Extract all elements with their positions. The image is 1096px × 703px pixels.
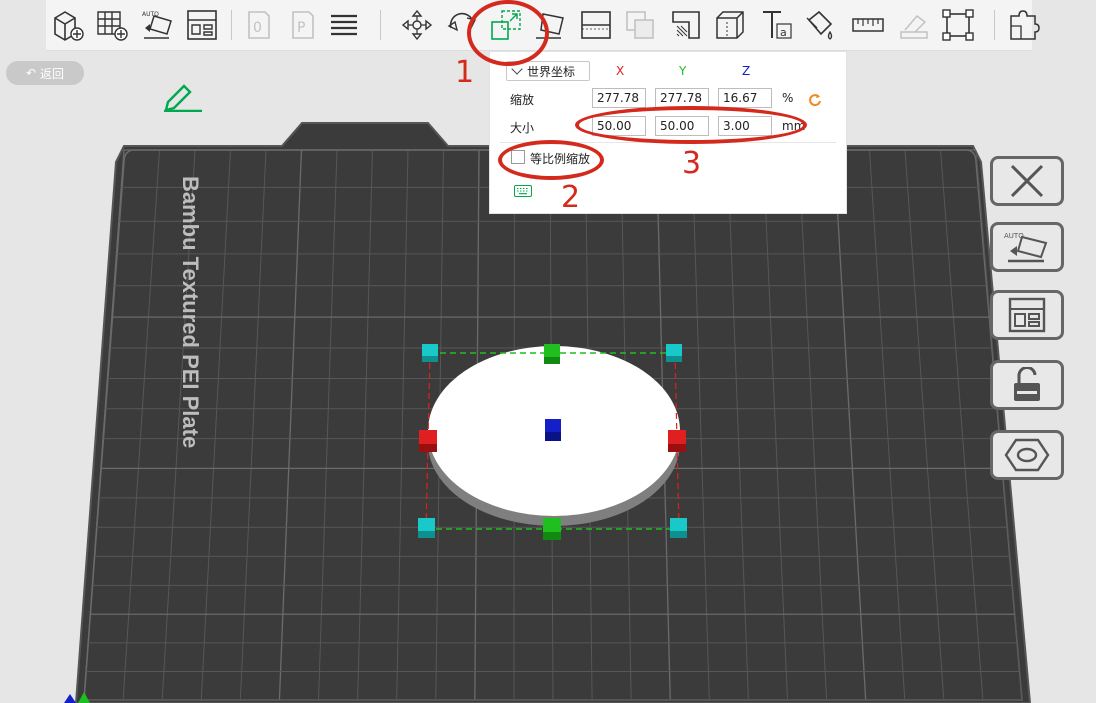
color-paint-button[interactable] — [802, 7, 838, 43]
arrange-button[interactable] — [184, 7, 220, 43]
svg-text:0: 0 — [253, 20, 262, 36]
add-object-button[interactable] — [50, 7, 86, 43]
coordinate-system-label: 世界坐标 — [527, 64, 576, 79]
scale-y-input[interactable]: 277.78 — [655, 88, 709, 108]
copy-button[interactable]: 0 — [240, 7, 276, 43]
support-paint-button[interactable] — [668, 7, 704, 43]
back-button[interactable]: ↶ 返回 — [6, 61, 84, 85]
annotation-circle-2 — [498, 140, 604, 180]
boolean-icon — [626, 11, 654, 39]
axis-x-label: X — [616, 64, 625, 78]
corner-handle-br[interactable] — [670, 518, 687, 538]
toolbar-separator — [231, 10, 232, 40]
keyboard-icon[interactable] — [514, 185, 532, 197]
close-x-icon — [1010, 164, 1044, 198]
side-arrange-button[interactable] — [990, 290, 1064, 340]
back-label: 返回 — [40, 66, 65, 81]
auto-orient-icon: AUTO — [142, 11, 172, 39]
annotation-number-3: 3 — [682, 146, 702, 181]
hex-nut-icon — [1004, 438, 1050, 472]
delete-button[interactable] — [990, 156, 1064, 206]
side-auto-orient-button[interactable]: AUTO — [990, 222, 1064, 272]
assembly-icon — [900, 14, 928, 39]
cut-button[interactable] — [578, 7, 614, 43]
fit-frame-icon — [942, 9, 974, 41]
auto-orient-button[interactable]: AUTO — [140, 7, 176, 43]
annotation-circle-1 — [467, 0, 549, 66]
auto-orient-icon: AUTO — [1004, 232, 1048, 263]
svg-text:P: P — [297, 20, 305, 36]
move-icon — [401, 9, 433, 41]
text-button[interactable]: a — [758, 7, 794, 43]
copy-icon: 0 — [248, 11, 270, 39]
toolbar-separator — [380, 10, 381, 40]
edit-pen-icon[interactable] — [160, 80, 206, 112]
seam-paint-button[interactable] — [712, 7, 748, 43]
layers-icon — [331, 14, 357, 36]
paste-button[interactable]: P — [284, 7, 320, 43]
scale-z-input[interactable]: 16.67 — [718, 88, 772, 108]
y-handle-top[interactable] — [544, 344, 560, 364]
arrange-icon — [1008, 297, 1046, 333]
y-handle-bottom[interactable] — [543, 518, 561, 540]
corner-handle-tl[interactable] — [422, 344, 438, 362]
split-button[interactable] — [1006, 7, 1042, 43]
arrange-icon — [187, 10, 217, 40]
axis-y-label: Y — [679, 64, 687, 78]
z-handle-center[interactable] — [545, 419, 561, 441]
puzzle-icon — [1010, 10, 1040, 40]
reset-icon[interactable] — [808, 93, 822, 107]
size-row-label: 大小 — [510, 121, 535, 135]
ruler-icon — [852, 18, 884, 32]
paint-bucket-icon — [806, 10, 833, 40]
x-handle-right[interactable] — [668, 430, 686, 452]
support-paint-icon — [672, 11, 700, 39]
scale-x-input[interactable]: 277.78 — [592, 88, 646, 108]
axis-z-label: Z — [742, 64, 751, 78]
scale-unit: % — [782, 91, 794, 105]
text-icon: a — [763, 11, 792, 39]
scale-row-label: 缩放 — [510, 93, 535, 107]
add-plate-button[interactable] — [94, 7, 130, 43]
grid-plus-icon — [97, 11, 128, 41]
seam-paint-icon — [716, 11, 744, 39]
cube-plus-icon — [54, 11, 84, 41]
boolean-button[interactable] — [622, 7, 658, 43]
side-settings-button[interactable] — [990, 430, 1064, 480]
scale-fit-button[interactable] — [940, 7, 976, 43]
unlock-icon — [1014, 367, 1040, 401]
corner-handle-bl[interactable] — [418, 518, 435, 538]
annotation-number-1: 1 — [455, 55, 475, 90]
toolbar-separator — [994, 10, 995, 40]
x-handle-left[interactable] — [419, 430, 437, 452]
annotation-circle-3 — [575, 106, 807, 144]
undo-arrow-icon: ↶ — [25, 66, 37, 80]
annotation-number-2: 2 — [561, 180, 581, 215]
assembly-button[interactable] — [896, 7, 932, 43]
measure-button[interactable] — [850, 7, 886, 43]
corner-handle-tr[interactable] — [666, 344, 682, 362]
paste-icon: P — [292, 11, 314, 39]
layers-button[interactable] — [326, 7, 362, 43]
svg-text:a: a — [780, 26, 787, 39]
cut-icon — [581, 11, 611, 39]
move-button[interactable] — [399, 7, 435, 43]
side-lock-button[interactable] — [990, 360, 1064, 410]
plate-label: Bambu Textured PEI Plate — [178, 176, 203, 448]
